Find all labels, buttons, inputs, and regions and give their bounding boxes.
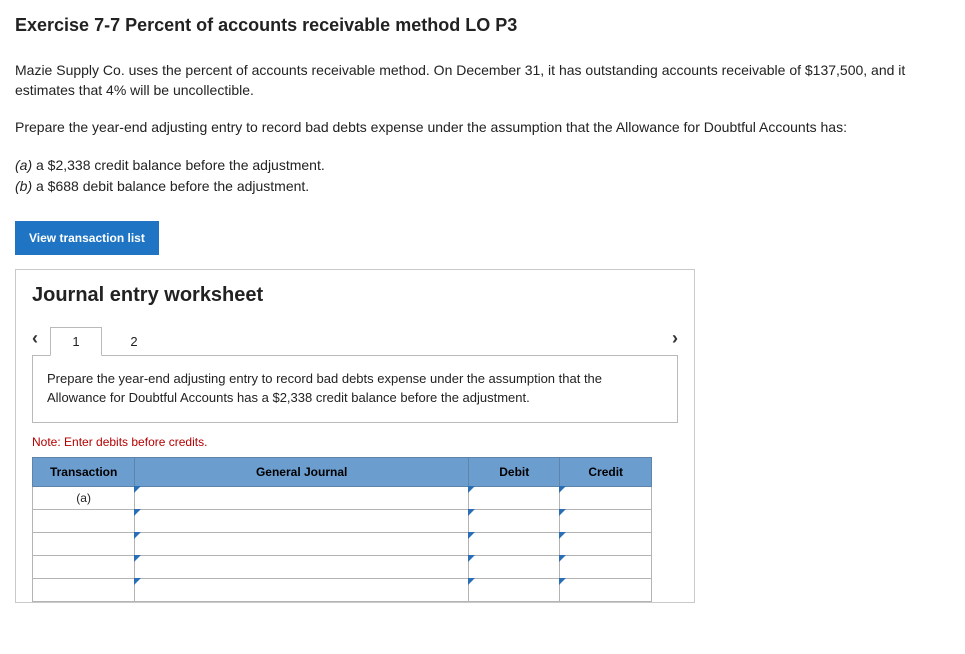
col-credit-header: Credit <box>560 457 652 486</box>
worksheet-heading: Journal entry worksheet <box>32 284 678 307</box>
table-header-row: Transaction General Journal Debit Credit <box>33 457 652 486</box>
view-transaction-list-button[interactable]: View transaction list <box>15 221 159 255</box>
general-journal-cell[interactable] <box>135 578 469 601</box>
worksheet-instruction: Prepare the year-end adjusting entry to … <box>32 355 678 423</box>
tab-2[interactable]: 2 <box>108 327 160 355</box>
transaction-cell <box>33 578 135 601</box>
option-b-label: (b) <box>15 178 36 194</box>
transaction-cell <box>33 509 135 532</box>
general-journal-cell[interactable] <box>135 555 469 578</box>
credit-cell[interactable] <box>560 532 652 555</box>
table-row <box>33 578 652 601</box>
scenario-paragraph: Mazie Supply Co. uses the percent of acc… <box>15 61 935 100</box>
option-b-text: a $688 debit balance before the adjustme… <box>36 178 309 194</box>
transaction-cell: (a) <box>33 486 135 509</box>
debit-cell[interactable] <box>469 532 560 555</box>
chevron-right-icon[interactable]: › <box>666 328 678 355</box>
chevron-left-icon[interactable]: ‹ <box>32 328 44 355</box>
transaction-cell <box>33 532 135 555</box>
table-row <box>33 532 652 555</box>
option-a-text: a $2,338 credit balance before the adjus… <box>36 157 325 173</box>
journal-entry-worksheet: Journal entry worksheet ‹ 1 2 › Prepare … <box>15 269 695 603</box>
table-row: (a) <box>33 486 652 509</box>
instruction-paragraph: Prepare the year-end adjusting entry to … <box>15 118 935 138</box>
debit-cell[interactable] <box>469 509 560 532</box>
general-journal-cell[interactable] <box>135 486 469 509</box>
debit-cell[interactable] <box>469 555 560 578</box>
transaction-cell <box>33 555 135 578</box>
option-a: (a) a $2,338 credit balance before the a… <box>15 156 935 176</box>
general-journal-cell[interactable] <box>135 509 469 532</box>
option-a-label: (a) <box>15 157 36 173</box>
debit-cell[interactable] <box>469 486 560 509</box>
debit-cell[interactable] <box>469 578 560 601</box>
credit-cell[interactable] <box>560 486 652 509</box>
exercise-title: Exercise 7-7 Percent of accounts receiva… <box>15 15 950 36</box>
general-journal-cell[interactable] <box>135 532 469 555</box>
option-b: (b) a $688 debit balance before the adju… <box>15 177 935 197</box>
credit-cell[interactable] <box>560 509 652 532</box>
col-general-journal-header: General Journal <box>135 457 469 486</box>
credit-cell[interactable] <box>560 555 652 578</box>
col-debit-header: Debit <box>469 457 560 486</box>
table-row <box>33 509 652 532</box>
worksheet-tab-row: ‹ 1 2 › <box>32 321 678 355</box>
col-transaction-header: Transaction <box>33 457 135 486</box>
credit-cell[interactable] <box>560 578 652 601</box>
debits-before-credits-note: Note: Enter debits before credits. <box>32 435 678 449</box>
journal-table: Transaction General Journal Debit Credit… <box>32 457 652 602</box>
table-row <box>33 555 652 578</box>
tab-1[interactable]: 1 <box>50 327 102 356</box>
